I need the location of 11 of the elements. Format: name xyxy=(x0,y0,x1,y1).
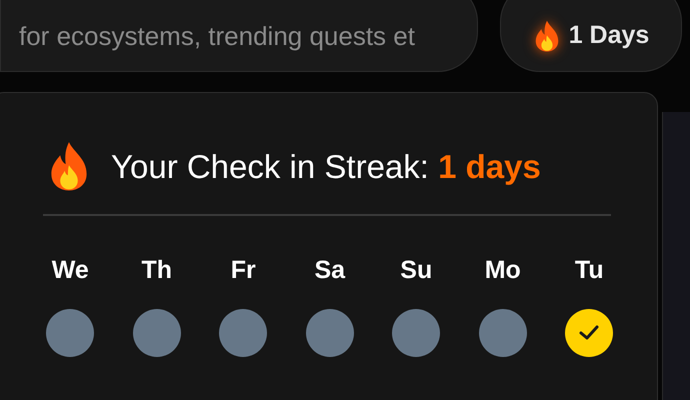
day-label: Su xyxy=(400,254,432,286)
day-label: Mo xyxy=(484,254,521,286)
streak-button[interactable]: 1 Days xyxy=(500,0,682,72)
day-label: Th xyxy=(141,254,172,286)
search-field[interactable]: for ecosystems, trending quests et xyxy=(0,0,478,72)
streak-title: Your Check in Streak: 1 days xyxy=(111,146,541,187)
day-label: Fr xyxy=(230,254,256,286)
day-label: We xyxy=(52,254,89,286)
check-icon xyxy=(579,325,600,342)
day-label: Tu xyxy=(574,254,604,286)
day-label: Sa xyxy=(314,254,346,286)
